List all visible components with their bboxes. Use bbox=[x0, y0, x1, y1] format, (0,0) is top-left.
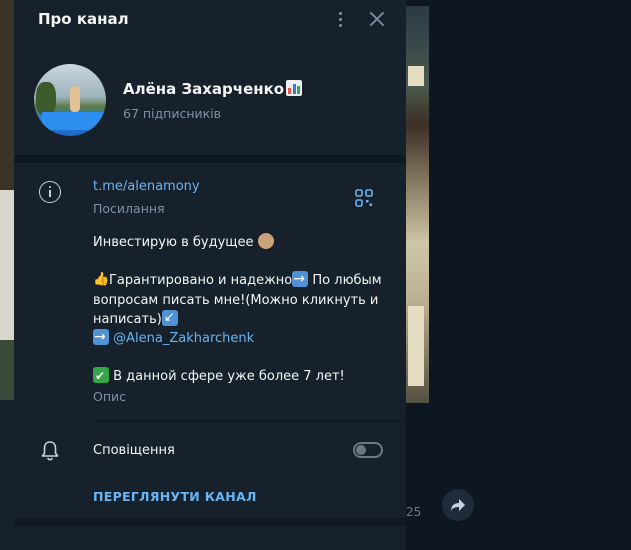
description-line: Гарантировано и надежно По любым bbox=[93, 269, 393, 291]
notifications-label: Сповіщення bbox=[93, 443, 175, 458]
background-chat-left bbox=[0, 0, 14, 550]
share-icon bbox=[451, 499, 465, 511]
background-photo bbox=[406, 6, 429, 403]
link-caption: Посилання bbox=[93, 201, 165, 216]
toggle-knob bbox=[356, 445, 366, 455]
panel-title: Про канал bbox=[38, 10, 129, 28]
share-button[interactable] bbox=[442, 489, 474, 521]
bell-icon bbox=[41, 441, 59, 461]
bar-chart-icon bbox=[286, 80, 303, 96]
channel-info-panel: Про канал Алёна Захарченко 67 підписникі… bbox=[14, 0, 406, 550]
description-line: Инвестирую в будущее bbox=[93, 233, 393, 253]
right-arrow-emoji bbox=[292, 269, 309, 289]
username-mention[interactable]: @Alena_Zakharchenk bbox=[113, 331, 254, 346]
subscriber-count: 67 підписників bbox=[123, 106, 222, 121]
info-icon bbox=[39, 181, 61, 203]
down-left-arrow-emoji bbox=[161, 308, 178, 328]
description-line: @Alena_Zakharchenk bbox=[93, 327, 393, 349]
channel-name: Алёна Захарченко bbox=[123, 80, 303, 98]
section-divider bbox=[14, 155, 406, 163]
person-laptop-emoji bbox=[257, 233, 274, 249]
more-vertical-icon bbox=[338, 11, 342, 15]
close-icon bbox=[370, 12, 384, 26]
qr-code-icon[interactable] bbox=[355, 189, 373, 207]
description-caption: Опис bbox=[93, 389, 127, 404]
channel-avatar[interactable] bbox=[34, 64, 106, 136]
close-button[interactable] bbox=[366, 8, 388, 30]
channel-link[interactable]: t.me/alenamony bbox=[93, 179, 200, 194]
more-menu-button[interactable] bbox=[330, 8, 350, 30]
section-divider bbox=[14, 518, 406, 526]
check-mark-emoji bbox=[93, 366, 109, 386]
thumbs-up-emoji bbox=[93, 270, 109, 290]
view-channel-button[interactable]: ПЕРЕГЛЯНУТИ КАНАЛ bbox=[93, 489, 257, 504]
notifications-toggle[interactable] bbox=[353, 442, 383, 458]
description-line: В данной сфере уже более 7 лет! bbox=[93, 366, 393, 387]
panel-header: Про канал bbox=[14, 0, 406, 40]
background-message-time: 25 bbox=[406, 505, 422, 519]
description-line: вопросам писать мне!(Можно кликнуть и bbox=[93, 293, 379, 308]
row-divider bbox=[94, 421, 406, 422]
right-arrow-emoji bbox=[93, 327, 109, 347]
description-line: написать) bbox=[93, 308, 393, 330]
